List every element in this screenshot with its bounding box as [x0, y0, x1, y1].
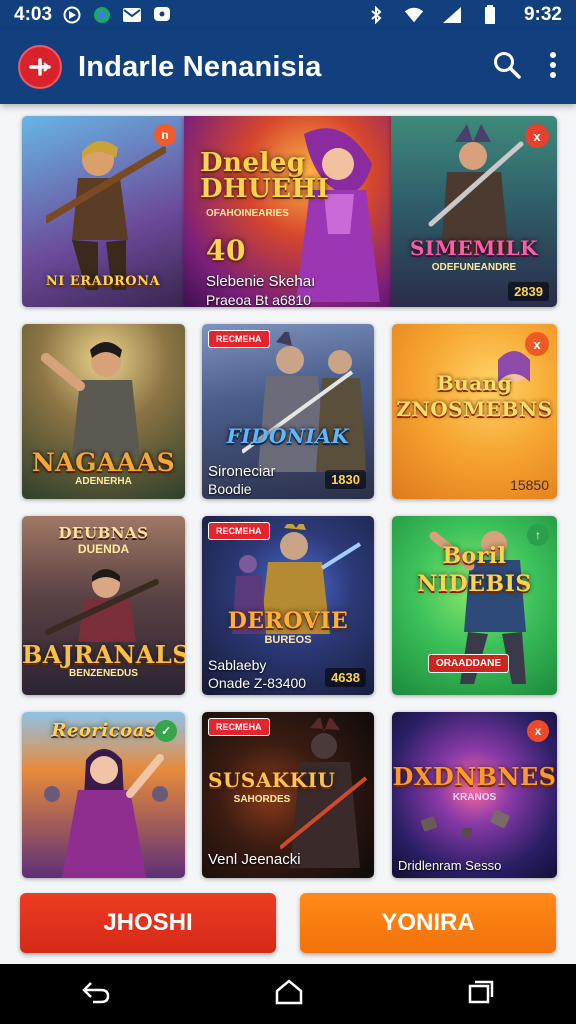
card-title: SUSAKKIU [208, 768, 336, 792]
game-card-11[interactable]: RECMEHA SUSAKKIU SAHORDES Venl Jeenacki [202, 712, 374, 878]
card-title: Reoricoas [51, 720, 156, 741]
card-caption-line2: Onade Z-83400 [208, 675, 307, 691]
card-tag: RECMEHA [208, 330, 270, 348]
wifi-icon [404, 6, 424, 24]
game-card-8[interactable]: RECMEHA DEROVIE BUREOS Sablaeby Onade Z-… [202, 516, 374, 695]
card-number: 40 [206, 234, 246, 267]
card-subtitle: KRANOS [452, 792, 497, 803]
card-price: 4638 [325, 668, 366, 687]
card-subtitle: SAHORDES [233, 794, 291, 805]
game-card-1[interactable]: n NI ERADRONA [22, 116, 184, 307]
app-bar: Indarle Nenanisia [0, 30, 576, 104]
bluetooth-icon [366, 6, 386, 24]
status-time: 4:03 [14, 4, 53, 25]
card-price: 1830 [325, 470, 366, 489]
game-card-4[interactable]: NAGAAAS ADENERHA [22, 324, 185, 499]
card-title: FIDONIAK [226, 424, 350, 448]
card-subtitle: OFAHOINEARIES [206, 208, 289, 219]
card-caption-line1: Sablaeby [208, 657, 267, 673]
game-card-2[interactable]: Dneleg DHUEHI OFAHOINEARIES 40 Slebenie … [184, 116, 391, 307]
card-subtitle: ADENERHA [75, 476, 132, 487]
search-icon[interactable] [492, 50, 522, 85]
game-card-12[interactable]: x DXDNBNES KRANOS Dridlenram Sesso [392, 712, 557, 878]
status-bar: 4:03 9:32 [0, 0, 576, 30]
card-title: BAJRANALS [22, 640, 185, 669]
media-icon [62, 6, 82, 24]
app-title: Indarle Nenanisia [78, 50, 322, 83]
whatsapp-icon [92, 6, 112, 24]
game-card-9[interactable]: ↑ Boril NIDEBIS ORAADDANE [392, 516, 557, 695]
secondary-button[interactable]: YONIRA [300, 893, 556, 953]
card-title: SIMEMILK [409, 236, 539, 260]
card-caption-line1: Slebenie Skehaı [206, 273, 316, 290]
card-price: 15850 [510, 477, 549, 493]
card-caption-line1: Venl Jeenacki [208, 851, 301, 868]
bottom-buttons: JHOSHI YONIRA [0, 893, 576, 955]
home-icon[interactable] [274, 978, 304, 1011]
card-badge: n [154, 124, 176, 146]
primary-button[interactable]: JHOSHI [20, 893, 276, 953]
game-card-5[interactable]: RECMEHA FIDONIAK Sironeciar Boodie 1830 [202, 324, 374, 499]
message-icon [152, 6, 172, 24]
card-badge: x [525, 124, 549, 148]
plus-logo-icon[interactable] [18, 45, 62, 89]
recents-icon[interactable] [467, 979, 495, 1010]
card-subtitle: ODEFUNEANDRE [431, 262, 517, 273]
game-card-3[interactable]: x SIMEMILK ODEFUNEANDRE 2839 [391, 116, 557, 307]
card-subtitle: BENZENEDUS [69, 668, 138, 679]
mail-icon [122, 6, 142, 24]
more-vert-icon[interactable] [548, 50, 558, 85]
signal-icon [442, 6, 462, 24]
battery-icon [480, 5, 500, 24]
navigation-bar [0, 964, 576, 1024]
card-subtitle: BUREOS [264, 634, 312, 646]
card-title: Dneleg DHUEHI [200, 148, 330, 204]
card-price: 2839 [508, 282, 549, 301]
card-subtitle-top: DUENDA [77, 542, 130, 556]
game-card-6[interactable]: x Buang ZNOSMEBNS 15850 [392, 324, 557, 499]
game-card-10[interactable]: ✓ Reoricoas [22, 712, 185, 878]
status-clock: 9:32 [523, 4, 562, 25]
card-badge: x [525, 332, 549, 356]
card-title: Buang ZNOSMEBNS [396, 371, 553, 421]
card-badge: x [527, 720, 549, 742]
card-title-top: DEUBNAS [58, 524, 149, 542]
card-tag: RECMEHA [208, 718, 270, 736]
card-title: NAGAAAS [31, 448, 176, 477]
card-caption-line1: Sironeciar [208, 463, 276, 480]
card-banner: ORAADDANE [428, 654, 509, 673]
card-tag: RECMEHA [208, 522, 270, 540]
card-title: DXDNBNES [392, 762, 557, 791]
card-caption-line2: Praeoa Bt a6810 [206, 292, 312, 307]
back-icon[interactable] [81, 979, 111, 1010]
card-caption-line2: Boodie [208, 481, 252, 497]
card-title: NI ERADRONA [45, 274, 161, 289]
game-card-7[interactable]: DEUBNAS DUENDA BAJRANALS BENZENEDUS [22, 516, 185, 695]
game-grid: n NI ERADRONA Dneleg DHUEHI OFAHOINEARIE… [0, 104, 576, 894]
card-caption-line1: Dridlenram Sesso [398, 858, 502, 873]
card-title: DEROVIE [227, 608, 349, 634]
card-title: Boril NIDEBIS [417, 543, 532, 597]
